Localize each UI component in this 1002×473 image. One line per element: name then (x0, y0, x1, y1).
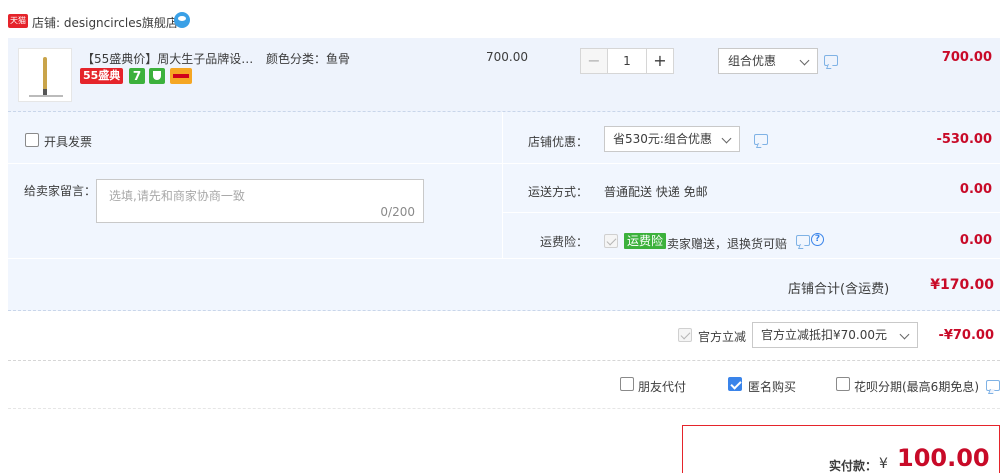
friend-pay-label: 朋友代付 (638, 380, 687, 394)
divider (8, 258, 1000, 259)
message-char-count: 0/200 (380, 205, 415, 219)
message-placeholder: 选填,请先和商家协商一致 (109, 189, 245, 203)
official-discount-amount: -¥70.00 (938, 328, 994, 343)
shop-name-link[interactable]: 店铺: designcircles旗舰店 (32, 14, 178, 31)
divider (503, 212, 1000, 213)
product-thumbnail[interactable] (18, 48, 72, 102)
shop-total-label: 店铺合计(含运费) (788, 282, 890, 297)
guarantee-shield-icon (149, 68, 165, 84)
final-payment-box: 实付款： ¥ 100.00 (682, 425, 1000, 473)
message-bubble-icon[interactable] (796, 235, 810, 246)
message-bubble-icon[interactable] (824, 55, 838, 66)
quantity-increment-button[interactable]: + (646, 48, 674, 74)
shop-discount-label: 店铺优惠： (527, 135, 588, 149)
final-payment-amount: 100.00 (897, 444, 990, 472)
help-icon[interactable]: ? (811, 233, 824, 246)
insurance-checkbox (604, 234, 618, 248)
product-title-link[interactable]: 【55盛典价】周大生子品牌设计师钢笔 (82, 50, 260, 67)
thumbnail-caption (29, 95, 63, 97)
shop-total-amount: ¥170.00 (930, 277, 994, 293)
message-bubble-icon[interactable] (754, 134, 768, 145)
message-label: 给卖家留言： (24, 184, 97, 198)
official-discount-checkbox (678, 328, 692, 342)
shop-discount-amount: -530.00 (936, 132, 992, 147)
message-bubble-icon[interactable] (986, 380, 1000, 391)
purchase-options-row: 朋友代付 匿名购买 花呗分期(最高6期免息) (8, 361, 1000, 409)
tmall-badge: 天猫 (8, 14, 28, 28)
quantity-decrement-button[interactable]: − (580, 48, 608, 74)
friend-pay-checkbox[interactable] (620, 377, 634, 391)
shop-discount-value: 省530元:组合优惠 (613, 132, 712, 146)
chevron-down-icon (799, 55, 810, 66)
shop-discount-select[interactable]: 省530元:组合优惠 (604, 126, 740, 152)
final-payment-label: 实付款： (829, 459, 878, 473)
chevron-down-icon (721, 133, 732, 144)
divider (502, 112, 503, 258)
anonymous-purchase-checkbox[interactable] (728, 377, 742, 391)
invoice-label: 开具发票 (44, 135, 93, 149)
unit-price: 700.00 (486, 50, 528, 64)
insurance-tag: 运费险 (624, 233, 667, 249)
item-line-total: 700.00 (941, 50, 992, 65)
combo-discount-select[interactable]: 组合优惠 (718, 48, 818, 74)
divider (503, 163, 1000, 164)
wangwang-chat-icon[interactable] (174, 12, 190, 28)
shop-header: 天猫 店铺: designcircles旗舰店 (0, 0, 1002, 38)
huabei-installment-label: 花呗分期(最高6期免息) (854, 380, 979, 394)
pen-image-body (43, 57, 47, 91)
anonymous-purchase-label: 匿名购买 (748, 380, 797, 394)
promo-55-badge: 55盛典 (80, 68, 124, 84)
official-discount-value: 官方立减抵扣¥70.00元 (761, 328, 887, 342)
official-discount-label: 官方立减 (698, 330, 747, 344)
shipping-label: 运送方式： (527, 185, 588, 199)
insurance-amount: 0.00 (959, 233, 992, 248)
official-discount-select[interactable]: 官方立减抵扣¥70.00元 (752, 322, 918, 348)
credit-card-icon (170, 68, 192, 84)
product-spec: 颜色分类：鱼骨 (266, 52, 351, 66)
divider (8, 163, 502, 164)
shipping-amount: 0.00 (959, 182, 992, 197)
insurance-label: 运费险： (539, 235, 588, 249)
quantity-input[interactable]: 1 (608, 48, 646, 74)
final-currency-symbol: ¥ (879, 456, 888, 472)
order-options-panel: 开具发票 给卖家留言： 选填,请先和商家协商一致 0/200 店铺优惠： 省53… (8, 112, 1000, 311)
insurance-description: 卖家赠送，退换货可赔 (667, 237, 788, 251)
official-discount-row: 官方立减 官方立减抵扣¥70.00元 -¥70.00 (8, 311, 1000, 361)
seven-day-return-icon: 7 (129, 68, 145, 84)
combo-discount-value: 组合优惠 (728, 54, 777, 68)
shipping-method: 普通配送 快递 免邮 (604, 185, 708, 199)
seller-message-textarea[interactable]: 选填,请先和商家协商一致 0/200 (96, 179, 424, 223)
invoice-checkbox[interactable] (25, 133, 39, 147)
chevron-down-icon (899, 329, 910, 340)
order-item-row: 【55盛典价】周大生子品牌设计师钢笔 55盛典 7 颜色分类：鱼骨 700.00… (8, 38, 1000, 112)
huabei-installment-checkbox[interactable] (836, 377, 850, 391)
